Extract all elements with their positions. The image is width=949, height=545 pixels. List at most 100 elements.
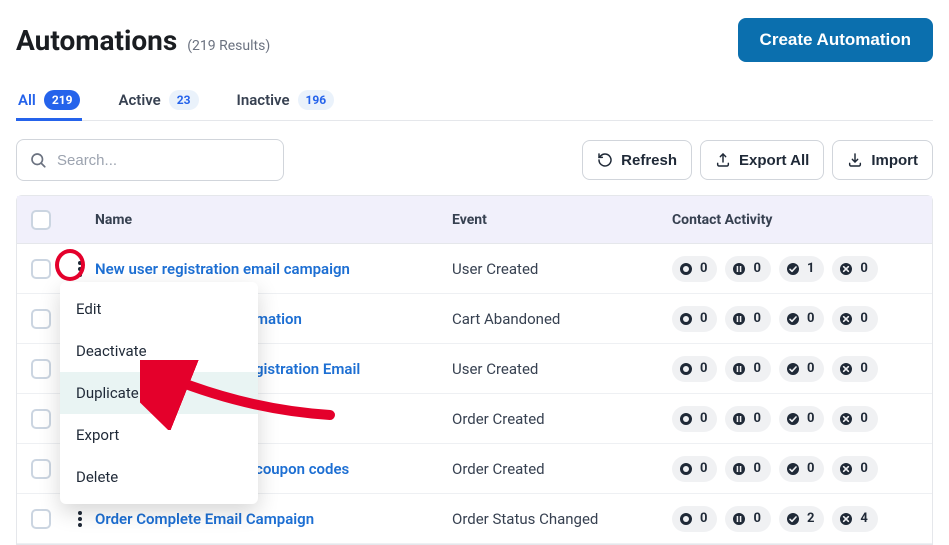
row-event: Order Created bbox=[452, 460, 672, 478]
stat-completed: 0 bbox=[779, 406, 824, 432]
check-circle-icon bbox=[785, 361, 801, 377]
page-header: Automations (219 Results) Create Automat… bbox=[16, 18, 933, 62]
menu-item-duplicate[interactable]: Duplicate bbox=[60, 372, 258, 414]
x-circle-icon bbox=[838, 261, 854, 277]
x-circle-icon bbox=[838, 411, 854, 427]
stat-failed: 0 bbox=[832, 456, 877, 482]
check-circle-icon bbox=[785, 261, 801, 277]
check-circle-icon bbox=[785, 311, 801, 327]
select-all-checkbox[interactable] bbox=[31, 210, 51, 230]
row-actions-menu: Edit Deactivate Duplicate Export Delete bbox=[60, 282, 258, 504]
tab-active-label: Active bbox=[118, 91, 160, 109]
stat-completed: 1 bbox=[779, 256, 824, 282]
pause-icon bbox=[731, 361, 747, 377]
circle-icon bbox=[678, 261, 694, 277]
stat-open: 0 bbox=[672, 256, 717, 282]
pause-icon bbox=[731, 411, 747, 427]
export-all-label: Export All bbox=[739, 152, 809, 169]
row-activity: 0024 bbox=[672, 506, 932, 532]
stat-paused: 0 bbox=[725, 456, 770, 482]
row-more-button[interactable] bbox=[69, 258, 91, 280]
stat-open: 0 bbox=[672, 406, 717, 432]
stat-failed: 0 bbox=[832, 406, 877, 432]
refresh-icon bbox=[597, 152, 613, 168]
create-automation-button[interactable]: Create Automation bbox=[738, 18, 933, 62]
x-circle-icon bbox=[838, 461, 854, 477]
row-activity: 0010 bbox=[672, 256, 932, 282]
menu-item-edit[interactable]: Edit bbox=[60, 288, 258, 330]
row-checkbox[interactable] bbox=[31, 409, 51, 429]
x-circle-icon bbox=[838, 311, 854, 327]
more-vertical-icon bbox=[78, 261, 82, 277]
circle-icon bbox=[678, 461, 694, 477]
table-header: Name Event Contact Activity bbox=[17, 196, 932, 244]
refresh-button[interactable]: Refresh bbox=[582, 140, 692, 180]
circle-icon bbox=[678, 411, 694, 427]
stat-failed: 0 bbox=[832, 306, 877, 332]
refresh-label: Refresh bbox=[621, 152, 677, 169]
page-title: Automations bbox=[16, 24, 177, 57]
tab-inactive-label: Inactive bbox=[237, 91, 290, 109]
check-circle-icon bbox=[785, 511, 801, 527]
tab-all-count: 219 bbox=[44, 90, 81, 110]
more-vertical-icon bbox=[78, 511, 82, 527]
row-more-button[interactable] bbox=[69, 508, 91, 530]
automation-name-link[interactable]: New user registration email campaign bbox=[95, 260, 350, 278]
row-checkbox[interactable] bbox=[31, 359, 51, 379]
menu-item-deactivate[interactable]: Deactivate bbox=[60, 330, 258, 372]
row-event: Order Status Changed bbox=[452, 510, 672, 528]
pause-icon bbox=[731, 261, 747, 277]
row-event: Cart Abandoned bbox=[452, 310, 672, 328]
stat-paused: 0 bbox=[725, 256, 770, 282]
stat-paused: 0 bbox=[725, 356, 770, 382]
import-button[interactable]: Import bbox=[832, 140, 933, 180]
row-activity: 0000 bbox=[672, 356, 932, 382]
toolbar: Refresh Export All Import bbox=[16, 139, 933, 181]
column-event[interactable]: Event bbox=[452, 212, 672, 228]
automation-name-link[interactable]: coupon codes bbox=[255, 460, 349, 478]
pause-icon bbox=[731, 311, 747, 327]
row-activity: 0000 bbox=[672, 456, 932, 482]
automation-name-link[interactable]: gistration Email bbox=[255, 360, 360, 378]
stat-completed: 0 bbox=[779, 306, 824, 332]
row-checkbox[interactable] bbox=[31, 509, 51, 529]
row-checkbox[interactable] bbox=[31, 259, 51, 279]
circle-icon bbox=[678, 311, 694, 327]
row-checkbox[interactable] bbox=[31, 459, 51, 479]
x-circle-icon bbox=[838, 361, 854, 377]
stat-paused: 0 bbox=[725, 506, 770, 532]
stat-failed: 0 bbox=[832, 356, 877, 382]
search-icon bbox=[29, 151, 47, 169]
row-event: User Created bbox=[452, 260, 672, 278]
automation-name-link[interactable]: Order Complete Email Campaign bbox=[95, 510, 314, 528]
stat-completed: 2 bbox=[779, 506, 824, 532]
column-activity[interactable]: Contact Activity bbox=[672, 212, 932, 228]
tab-all[interactable]: All 219 bbox=[16, 90, 82, 120]
export-all-button[interactable]: Export All bbox=[700, 140, 824, 180]
menu-item-export[interactable]: Export bbox=[60, 414, 258, 456]
stat-paused: 0 bbox=[725, 406, 770, 432]
automation-name-link[interactable]: mation bbox=[255, 310, 302, 328]
pause-icon bbox=[731, 461, 747, 477]
tab-inactive-count: 196 bbox=[298, 90, 335, 110]
check-circle-icon bbox=[785, 411, 801, 427]
stat-completed: 0 bbox=[779, 456, 824, 482]
tab-active[interactable]: Active 23 bbox=[116, 90, 200, 120]
stat-failed: 4 bbox=[832, 506, 877, 532]
row-activity: 0000 bbox=[672, 406, 932, 432]
stat-failed: 0 bbox=[832, 256, 877, 282]
tab-inactive[interactable]: Inactive 196 bbox=[235, 90, 337, 120]
row-checkbox[interactable] bbox=[31, 309, 51, 329]
stat-completed: 0 bbox=[779, 356, 824, 382]
row-event: Order Created bbox=[452, 410, 672, 428]
column-name[interactable]: Name bbox=[95, 212, 452, 228]
menu-item-delete[interactable]: Delete bbox=[60, 456, 258, 498]
import-icon bbox=[847, 152, 863, 168]
tab-active-count: 23 bbox=[169, 90, 199, 110]
x-circle-icon bbox=[838, 511, 854, 527]
row-activity: 0000 bbox=[672, 306, 932, 332]
stat-open: 0 bbox=[672, 506, 717, 532]
search-input[interactable] bbox=[57, 152, 271, 169]
stat-open: 0 bbox=[672, 306, 717, 332]
search-box[interactable] bbox=[16, 139, 284, 181]
